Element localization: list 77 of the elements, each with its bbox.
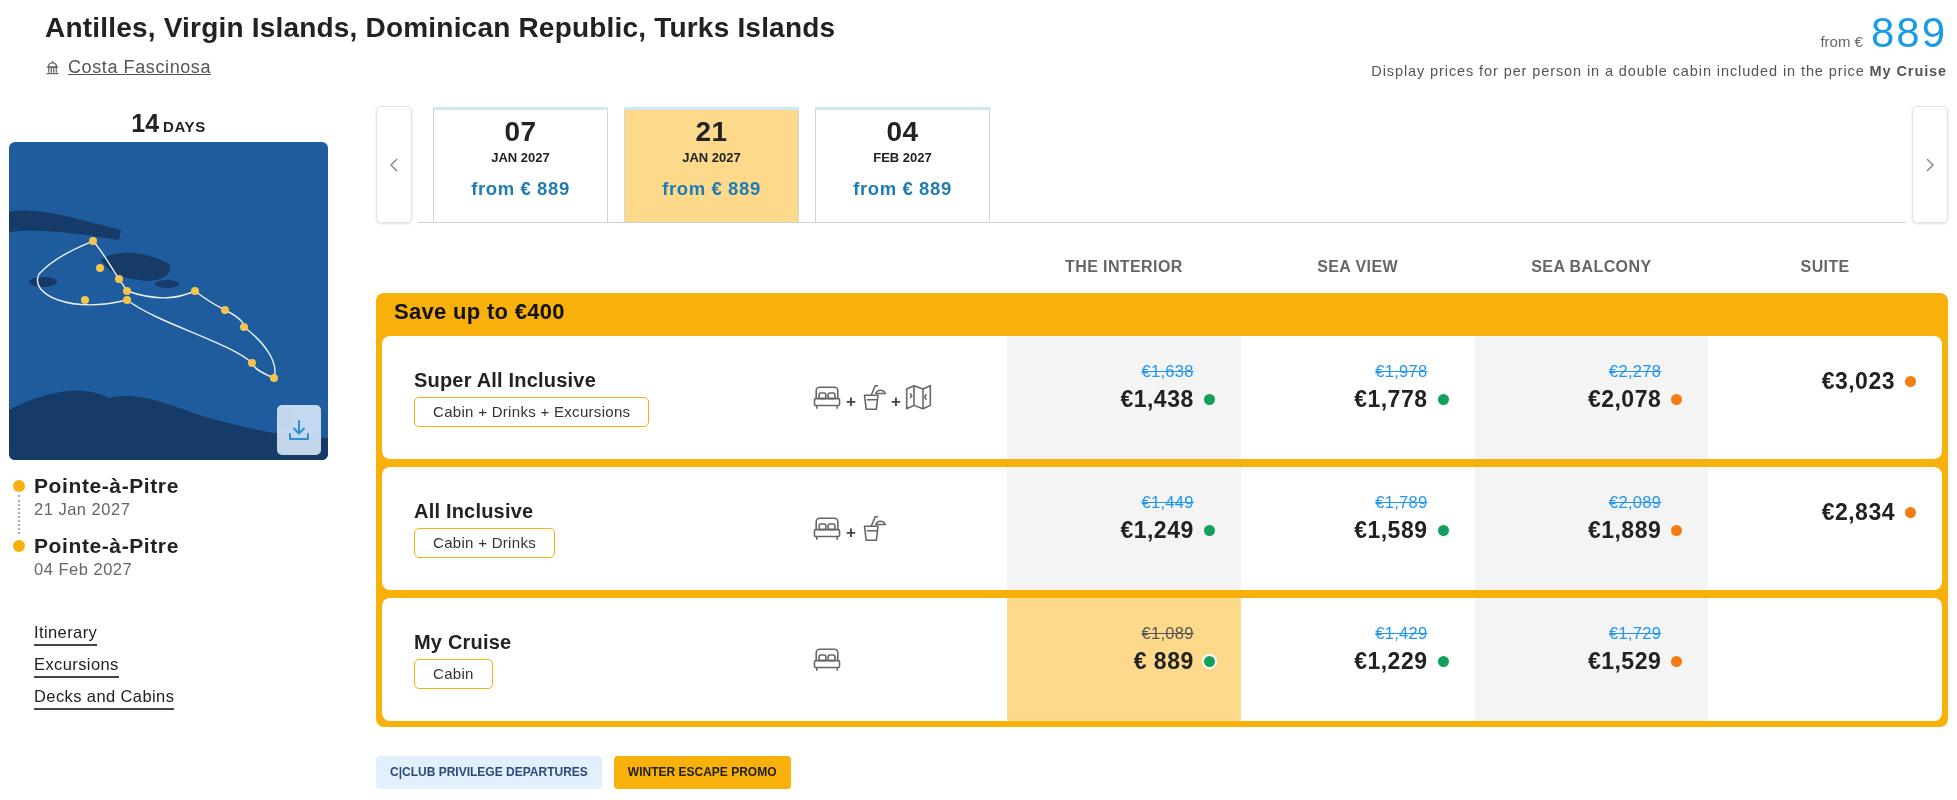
old-price: €1,429 xyxy=(1375,624,1428,642)
price: €1,778 xyxy=(1354,386,1428,412)
price: €1,229 xyxy=(1354,648,1428,674)
section-link[interactable]: Excursions xyxy=(34,654,119,678)
price: €2,078 xyxy=(1587,386,1662,412)
next-button[interactable] xyxy=(1912,106,1948,223)
price-cell[interactable]: €2,834 xyxy=(1708,467,1942,590)
price-cell[interactable]: €2,089 €1,889 xyxy=(1474,467,1709,590)
old-price: €1,789 xyxy=(1375,493,1428,511)
port-name: Pointe-à-Pitre xyxy=(34,535,179,557)
previous-button[interactable] xyxy=(376,106,412,223)
chevron-right-icon xyxy=(1926,157,1934,172)
price: €1,249 xyxy=(1120,517,1194,543)
offer-title: Save up to €400 xyxy=(393,298,566,326)
port-name: Pointe-à-Pitre xyxy=(34,475,179,497)
departure-tab[interactable]: 07 JAN 2027 from € 889 xyxy=(433,107,608,222)
price: €3,023 xyxy=(1821,368,1895,394)
chevron-left-icon xyxy=(390,157,398,172)
old-price: €1,638 xyxy=(1141,362,1194,380)
package-tag: Cabin + Drinks xyxy=(414,528,555,558)
section-link[interactable]: Decks and Cabins xyxy=(34,686,175,710)
price: €1,529 xyxy=(1587,648,1662,674)
port-date: 04 Feb 2027 xyxy=(34,559,134,579)
column-header: SUITE xyxy=(1799,257,1851,277)
plus-sign: + xyxy=(846,524,856,541)
section-link[interactable]: Itinerary xyxy=(34,622,98,646)
package-name: My Cruise xyxy=(414,630,512,654)
plus-sign: + xyxy=(890,393,901,410)
package-name: Super All Inclusive xyxy=(414,368,596,392)
port-date: 21 Jan 2027 xyxy=(34,499,132,519)
price: €2,834 xyxy=(1821,499,1895,525)
departure-tab[interactable]: 04 FEB 2027 from € 889 xyxy=(815,107,990,222)
price-cell[interactable]: €1,638 €1,438 xyxy=(1007,336,1241,459)
old-price: €1,449 xyxy=(1141,493,1194,511)
timeline-dot-icon xyxy=(13,480,25,492)
departure-tab[interactable]: 21 JAN 2027 from € 889 xyxy=(624,107,799,222)
old-price: €1,089 xyxy=(1141,624,1194,642)
price-note: Display prices for per person in a double cabin included in the price My Cruise xyxy=(1371,62,1947,80)
column-header: SEA BALCONY xyxy=(1530,257,1653,277)
price-cell[interactable]: €1,449 €1,249 xyxy=(1007,467,1241,590)
bed-icon xyxy=(812,385,842,410)
bed-icon xyxy=(812,647,842,672)
map-icon xyxy=(904,384,932,411)
departure-tag: C|CLUB PRIVILEGE DEPARTURES xyxy=(376,756,602,789)
old-price: €2,278 xyxy=(1608,362,1662,380)
duration-number: 14 xyxy=(131,108,160,138)
price-cell[interactable]: €2,278 €2,078 xyxy=(1474,336,1709,459)
package-tag: Cabin + Drinks + Excursions xyxy=(414,397,650,427)
package-tag: Cabin xyxy=(414,659,493,689)
price-cell[interactable]: €3,023 xyxy=(1708,336,1942,459)
package-name: All Inclusive xyxy=(414,499,534,523)
old-price: €1,978 xyxy=(1375,362,1428,380)
price-cell[interactable]: €1,978 €1,778 xyxy=(1240,336,1475,459)
plus-sign: + xyxy=(846,393,856,410)
cruise-title: Antilles, Virgin Islands, Dominican Republic, Turks Islands xyxy=(45,12,836,44)
price: €1,589 xyxy=(1354,517,1428,543)
bed-icon xyxy=(812,516,842,541)
old-price: €1,729 xyxy=(1608,624,1662,642)
promo-tag: WINTER ESCAPE PROMO xyxy=(613,756,791,789)
price: €1,889 xyxy=(1587,517,1662,543)
price-cell[interactable]: €1,089 € 889 xyxy=(1007,598,1241,721)
timeline-dot-icon xyxy=(13,540,25,552)
price: €1,438 xyxy=(1120,386,1194,412)
building-icon xyxy=(45,59,60,75)
price-amount: 889 xyxy=(1870,12,1947,54)
price-cell[interactable]: €1,729 €1,529 xyxy=(1474,598,1709,721)
price: € 889 xyxy=(1133,648,1194,674)
column-header: THE INTERIOR xyxy=(1064,257,1184,277)
from-label: from € xyxy=(1820,32,1863,52)
download-button[interactable] xyxy=(277,405,321,455)
ship-link[interactable]: Costa Fascinosa xyxy=(45,56,212,78)
download-icon xyxy=(287,418,311,442)
duration-unit: DAYS xyxy=(163,117,206,137)
price-cell[interactable]: €1,789 €1,589 xyxy=(1240,467,1475,590)
column-header: SEA VIEW xyxy=(1316,257,1400,277)
price-cell[interactable]: €1,429 €1,229 xyxy=(1240,598,1475,721)
old-price: €2,089 xyxy=(1608,493,1662,511)
